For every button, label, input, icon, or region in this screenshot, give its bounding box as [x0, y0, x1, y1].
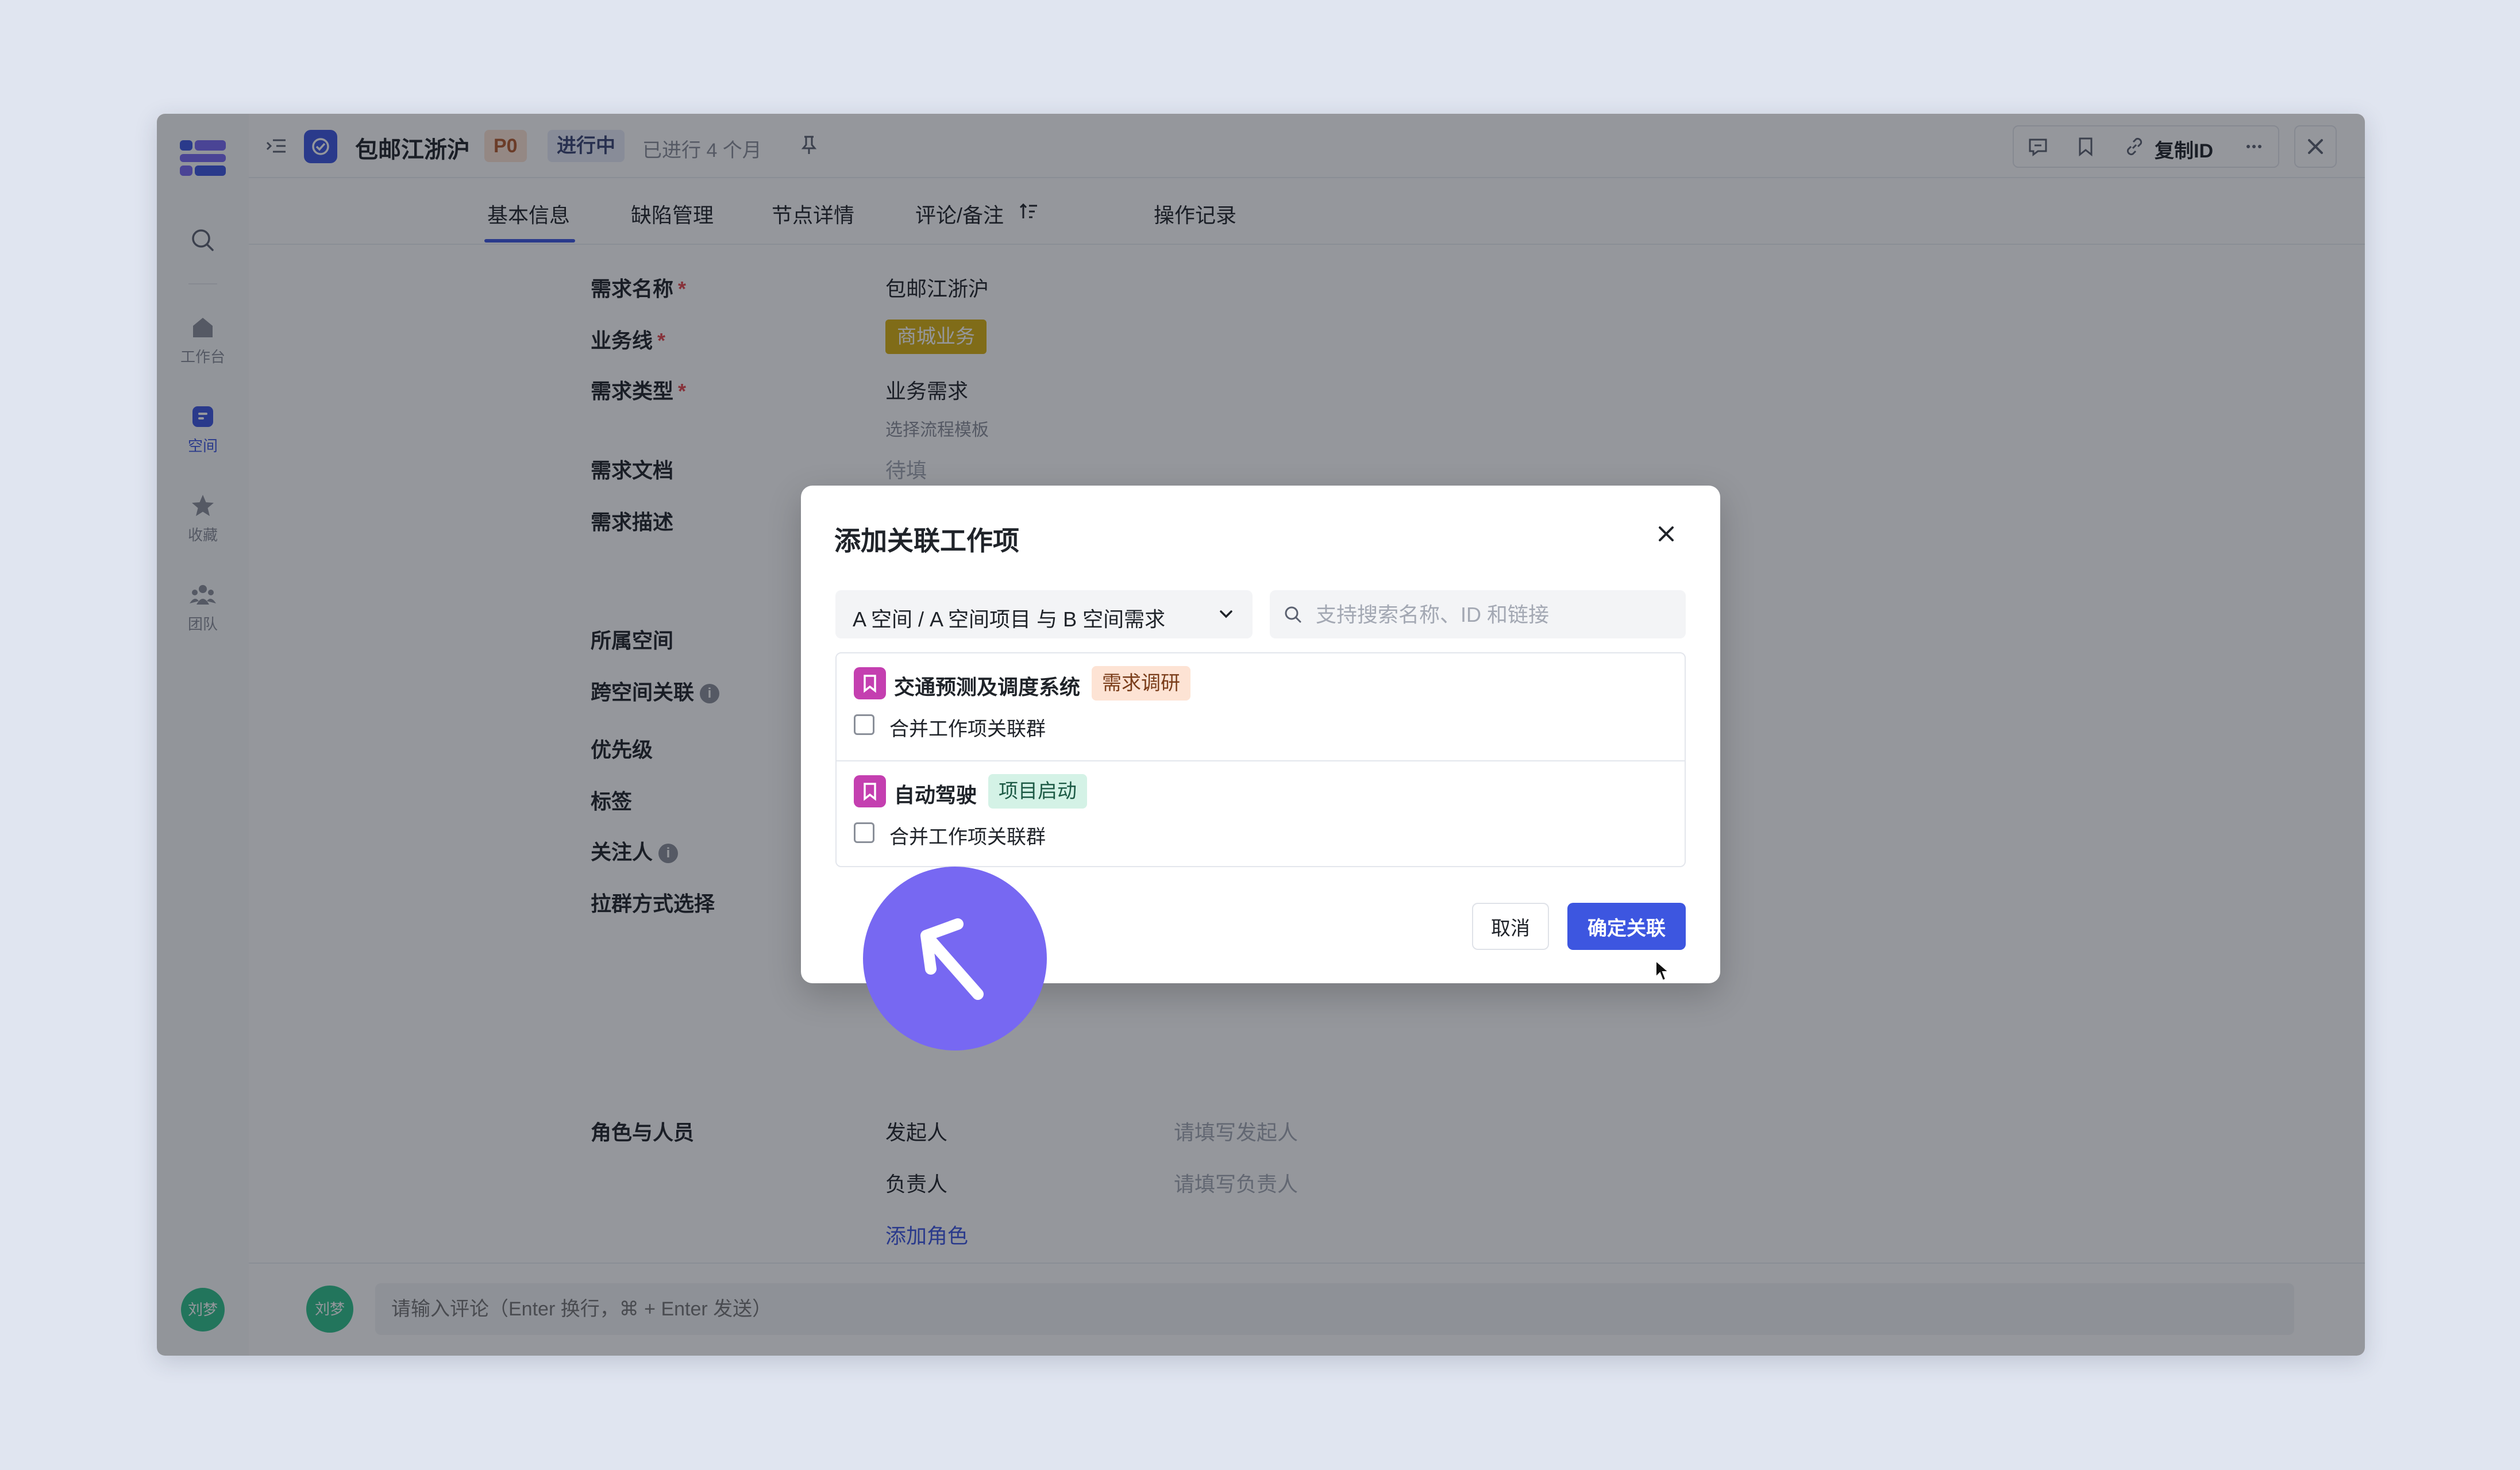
list-item[interactable]: 自动驾驶 项目启动 合并工作项关联群	[837, 760, 1685, 868]
scope-value: A 空间 / A 空间项目 与 B 空间需求	[853, 607, 1166, 631]
stage-tag: 项目启动	[988, 774, 1087, 809]
search-box[interactable]	[1270, 590, 1686, 640]
cancel-button[interactable]: 取消	[1472, 903, 1549, 950]
mouse-cursor-icon	[1655, 960, 1670, 982]
checkbox-label[interactable]: 合并工作项关联群	[889, 713, 1046, 741]
work-item-icon	[854, 667, 886, 699]
arrow-up-left-icon	[920, 918, 984, 1000]
work-item-name: 自动驾驶	[894, 783, 977, 807]
scope-select[interactable]: A 空间 / A 空间项目 与 B 空间需求	[835, 590, 1253, 638]
result-list: 交通预测及调度系统 需求调研 合并工作项关联群 自动驾驶 项目启动 合并工作项关…	[835, 652, 1686, 867]
search-input[interactable]	[1315, 590, 1673, 640]
list-item[interactable]: 交通预测及调度系统 需求调研 合并工作项关联群	[837, 653, 1685, 760]
work-item-icon	[854, 775, 886, 807]
stage-tag: 需求调研	[1092, 666, 1190, 701]
search-icon	[1285, 606, 1301, 623]
merge-group-checkbox[interactable]	[854, 714, 874, 735]
close-icon[interactable]	[1654, 521, 1679, 547]
click-indicator	[863, 867, 1047, 1050]
confirm-link-button[interactable]: 确定关联	[1567, 903, 1686, 950]
checkbox-label[interactable]: 合并工作项关联群	[889, 821, 1046, 849]
merge-group-checkbox[interactable]	[854, 822, 874, 843]
work-item-name: 交通预测及调度系统	[894, 675, 1081, 699]
chevron-down-icon	[1220, 610, 1232, 618]
dialog-title: 添加关联工作项	[834, 526, 1019, 556]
